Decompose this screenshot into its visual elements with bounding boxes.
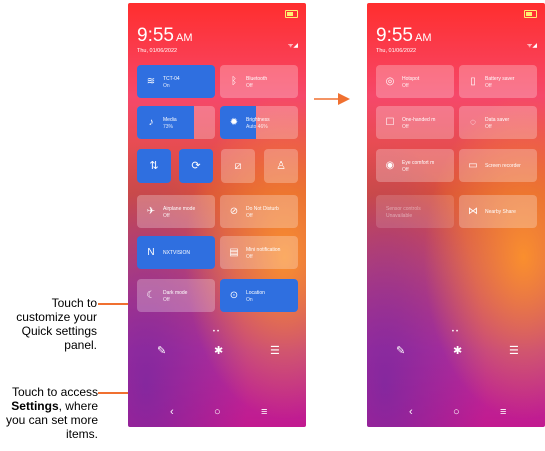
settings-callout: Touch to access Settings, where you can …	[5, 385, 98, 441]
eye-icon: ◉	[385, 160, 395, 171]
edit-pencil-icon-2[interactable]: ✎	[396, 344, 405, 357]
battery-icon	[285, 10, 298, 18]
battery-icon-2	[524, 10, 537, 18]
nxtvision-tile[interactable]: N NXTVISION	[137, 236, 215, 269]
quick-settings-screen-2: 9:55 AM Thu, 01/06/2022 ᯤ◢ ◎ Hotspot Off ▯…	[367, 3, 545, 427]
screenshot-toggle[interactable]: ⧄	[221, 149, 255, 183]
airplane-icon: ✈	[146, 206, 156, 217]
edit-callout-text: Touch to customize your Quick settings p…	[16, 296, 97, 352]
flashlight-icon: ♙	[276, 160, 286, 172]
media-volume-slider[interactable]: ♪ Media 73%	[137, 106, 215, 139]
hotspot-tile[interactable]: ◎ Hotspot Off	[376, 65, 454, 98]
date-2: Thu, 01/06/2022	[376, 48, 417, 54]
dark-mode-icon: ☾	[146, 290, 156, 301]
home-icon-2[interactable]: ○	[453, 406, 460, 418]
settings-bold-label: Settings	[11, 399, 59, 413]
dnd-icon: ⊘	[229, 206, 239, 217]
page-indicator: ••	[212, 329, 222, 335]
wifi-tile[interactable]: ≋ TCT-04 On	[137, 65, 215, 98]
mini-notification-tile[interactable]: ▤ Mini notification Off	[220, 236, 298, 269]
wifi-icon: ≋	[146, 76, 156, 87]
bluetooth-icon: ᛒ	[231, 76, 237, 87]
signal-icon-2: ᯤ◢	[526, 43, 537, 49]
data-arrows-icon: ⇅	[149, 160, 159, 172]
brightness-slider[interactable]: ✹ Brightness Auto 46%	[220, 106, 298, 139]
recents-icon-2[interactable]: ≡	[500, 406, 506, 418]
edit-pencil-icon[interactable]: ✎	[157, 344, 166, 357]
rotate-icon: ⟳	[191, 160, 201, 172]
eye-comfort-tile[interactable]: ◉ Eye comfort m Off	[376, 149, 454, 182]
clock: 9:55 AM	[137, 25, 193, 46]
recents-icon[interactable]: ≡	[261, 406, 267, 418]
music-icon: ♪	[148, 117, 154, 128]
data-saver-tile[interactable]: ◌ Data saver Off	[459, 106, 537, 139]
gear-icon[interactable]: ✱	[214, 344, 223, 357]
quick-settings-screen-1: 9:55 AM Thu, 01/06/2022 ᯤ◢ ≋ TCT-04 On ᛒ B…	[128, 3, 306, 427]
date: Thu, 01/06/2022	[137, 48, 178, 54]
location-icon: ⊙	[229, 290, 239, 301]
flashlight-toggle[interactable]: ♙	[264, 149, 298, 183]
brightness-icon: ✹	[229, 117, 239, 128]
back-icon-2[interactable]: ‹	[409, 406, 413, 418]
screen-recorder-icon: ▭	[468, 160, 478, 171]
clock-2: 9:55 AM	[376, 25, 432, 46]
screen-recorder-tile[interactable]: ▭ Screen recorder	[459, 149, 537, 182]
back-icon[interactable]: ‹	[170, 406, 174, 418]
hotspot-icon: ◎	[385, 76, 395, 87]
edit-callout: Touch to customize your Quick settings p…	[15, 296, 97, 352]
battery-icon: ▯	[470, 76, 476, 87]
page-indicator-2: ••	[451, 329, 461, 335]
nearby-share-tile[interactable]: ⋈ Nearby Share	[459, 195, 537, 228]
screenshot-icon: ⧄	[234, 160, 242, 172]
one-handed-icon: ☐	[385, 117, 395, 128]
bluetooth-tile[interactable]: ᛒ Bluetooth Off	[220, 65, 298, 98]
mini-notification-icon: ▤	[229, 247, 239, 258]
nxtvision-icon: N	[147, 247, 155, 258]
location-tile[interactable]: ⊙ Location On	[220, 279, 298, 312]
nearby-share-icon: ⋈	[468, 206, 478, 217]
data-saver-icon: ◌	[470, 117, 476, 128]
home-icon[interactable]: ○	[214, 406, 221, 418]
battery-saver-tile[interactable]: ▯ Battery saver Off	[459, 65, 537, 98]
one-handed-tile[interactable]: ☐ One-handed m Off	[376, 106, 454, 139]
airplane-tile[interactable]: ✈ Airplane mode Off	[137, 195, 215, 228]
auto-rotate-toggle[interactable]: ⟳	[179, 149, 213, 183]
unavailable-tile: Sensor controls Unavailable	[376, 195, 454, 228]
notification-settings-icon[interactable]: ☰	[270, 344, 280, 357]
dnd-tile[interactable]: ⊘ Do Not Disturb Off	[220, 195, 298, 228]
arrow-icon	[314, 93, 350, 105]
signal-icon: ᯤ◢	[287, 43, 298, 49]
notification-settings-icon-2[interactable]: ☰	[509, 344, 519, 357]
mobile-data-toggle[interactable]: ⇅	[137, 149, 171, 183]
dark-mode-tile[interactable]: ☾ Dark mode Off	[137, 279, 215, 312]
gear-icon-2[interactable]: ✱	[453, 344, 462, 357]
